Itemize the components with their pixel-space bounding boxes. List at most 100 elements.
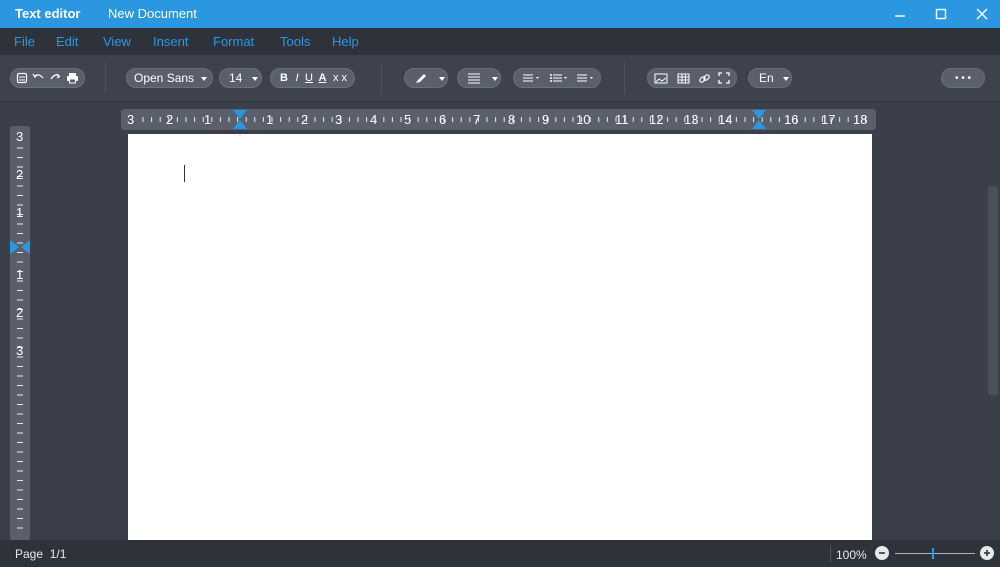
toolbar-separator xyxy=(624,63,625,95)
page-count: 1/1 xyxy=(49,547,67,561)
app-title: Text editor xyxy=(15,6,81,21)
ruler-label: 2 xyxy=(166,112,174,127)
ruler-label: 18 xyxy=(853,112,868,127)
zoom-slider-handle[interactable] xyxy=(932,548,934,559)
print-icon xyxy=(66,73,78,84)
ruler-label: 3 xyxy=(127,112,135,127)
ruler-label: 3 xyxy=(16,343,24,358)
ruler-label: 1 xyxy=(16,205,24,220)
more-options-button[interactable]: • • • xyxy=(941,68,985,88)
language-dropdown[interactable]: En xyxy=(748,68,792,88)
page-indicator: Page 1/1 xyxy=(15,547,66,561)
clear-format-button[interactable]: x x xyxy=(329,69,351,87)
minimize-button[interactable] xyxy=(878,0,922,28)
ruler-label: 12 xyxy=(649,112,664,127)
ruler-label: 5 xyxy=(404,112,412,127)
toolbar: Open Sans 14 B I U A x x En • • • xyxy=(0,55,1000,102)
ruler-label: 9 xyxy=(542,112,550,127)
page-label: Page xyxy=(15,547,44,561)
indent-icon xyxy=(577,74,593,82)
zoom-in-button[interactable] xyxy=(980,546,994,560)
fullscreen-button[interactable] xyxy=(714,69,734,87)
ruler-label: 14 xyxy=(718,112,733,127)
bold-button[interactable]: B xyxy=(276,69,292,87)
horizontal-ruler: 3 2 1 1 2 3 4 5 6 7 8 9 10 11 12 13 14 1… xyxy=(121,109,876,130)
chevron-down-icon xyxy=(783,77,789,81)
menu-tools[interactable]: Tools xyxy=(280,34,310,49)
ruler-label: 8 xyxy=(508,112,516,127)
font-family-value: Open Sans xyxy=(134,71,195,85)
file-actions-group xyxy=(10,68,85,88)
insert-group xyxy=(647,68,737,88)
italic-button[interactable]: I xyxy=(292,69,302,87)
chevron-down-icon xyxy=(201,77,207,81)
undo-icon xyxy=(32,73,44,79)
ruler-label: 16 xyxy=(784,112,799,127)
menu-file[interactable]: File xyxy=(14,34,35,49)
table-icon xyxy=(677,73,689,83)
undo-button[interactable] xyxy=(31,69,47,87)
highlight-dropdown[interactable] xyxy=(404,68,448,88)
zoom-level: 100% xyxy=(836,548,867,562)
font-size-value: 14 xyxy=(229,71,243,85)
insert-table-button[interactable] xyxy=(672,69,694,87)
ruler-label: 2 xyxy=(16,305,24,320)
ruler-label: 7 xyxy=(473,112,481,127)
insert-image-button[interactable] xyxy=(650,69,672,87)
lists-group xyxy=(513,68,601,88)
menu-format[interactable]: Format xyxy=(213,34,254,49)
chevron-down-icon xyxy=(252,77,258,81)
menu-bar: File Edit View Insent Format Tools Help xyxy=(0,28,1000,55)
ruler-label: 6 xyxy=(439,112,447,127)
text-cursor xyxy=(184,165,185,182)
top-margin-marker[interactable] xyxy=(10,239,30,255)
chevron-down-icon xyxy=(439,77,445,81)
right-margin-marker[interactable] xyxy=(751,109,767,130)
link-icon xyxy=(698,73,710,83)
print-button[interactable] xyxy=(63,69,81,87)
left-margin-marker[interactable] xyxy=(232,109,248,130)
ruler-label: 1 xyxy=(16,267,24,282)
ruler-label: 17 xyxy=(821,112,836,127)
font-color-button[interactable]: A xyxy=(316,69,329,87)
status-bar: Page 1/1 100% xyxy=(0,540,1000,567)
numbered-list-icon xyxy=(550,74,567,82)
menu-view[interactable]: View xyxy=(103,34,131,49)
minimize-icon xyxy=(895,15,905,17)
ruler-label: 2 xyxy=(301,112,309,127)
close-icon xyxy=(976,8,988,20)
toolbar-separator xyxy=(105,63,106,95)
menu-edit[interactable]: Edit xyxy=(56,34,78,49)
indent-button[interactable] xyxy=(574,69,598,87)
ruler-label: 2 xyxy=(16,167,24,182)
alignment-dropdown[interactable] xyxy=(457,68,501,88)
save-button[interactable] xyxy=(13,69,31,87)
text-style-group: B I U A x x xyxy=(270,68,355,88)
font-family-dropdown[interactable]: Open Sans xyxy=(126,68,213,88)
ruler-label: 10 xyxy=(576,112,591,127)
underline-button[interactable]: U xyxy=(302,69,316,87)
chevron-down-icon xyxy=(492,77,498,81)
ruler-label: 3 xyxy=(335,112,343,127)
more-icon: • • • xyxy=(954,72,972,84)
numbered-list-button[interactable] xyxy=(546,69,574,87)
maximize-button[interactable] xyxy=(919,0,963,28)
zoom-out-button[interactable] xyxy=(875,546,889,560)
redo-icon xyxy=(50,73,61,80)
scrollbar-thumb[interactable] xyxy=(988,186,998,395)
vertical-ruler: 3 2 1 1 2 3 xyxy=(10,126,30,540)
zoom-slider[interactable] xyxy=(895,553,975,554)
minus-icon xyxy=(879,552,885,554)
menu-insert[interactable]: Insent xyxy=(153,34,188,49)
font-size-dropdown[interactable]: 14 xyxy=(219,68,262,88)
bullet-list-button[interactable] xyxy=(518,69,546,87)
maximize-icon xyxy=(935,8,947,20)
close-button[interactable] xyxy=(960,0,1000,28)
status-separator xyxy=(830,545,831,563)
redo-button[interactable] xyxy=(47,69,63,87)
document-page[interactable] xyxy=(128,134,872,540)
menu-help[interactable]: Help xyxy=(332,34,359,49)
ruler-label: 1 xyxy=(266,112,274,127)
insert-link-button[interactable] xyxy=(694,69,714,87)
ruler-label: 3 xyxy=(16,129,24,144)
